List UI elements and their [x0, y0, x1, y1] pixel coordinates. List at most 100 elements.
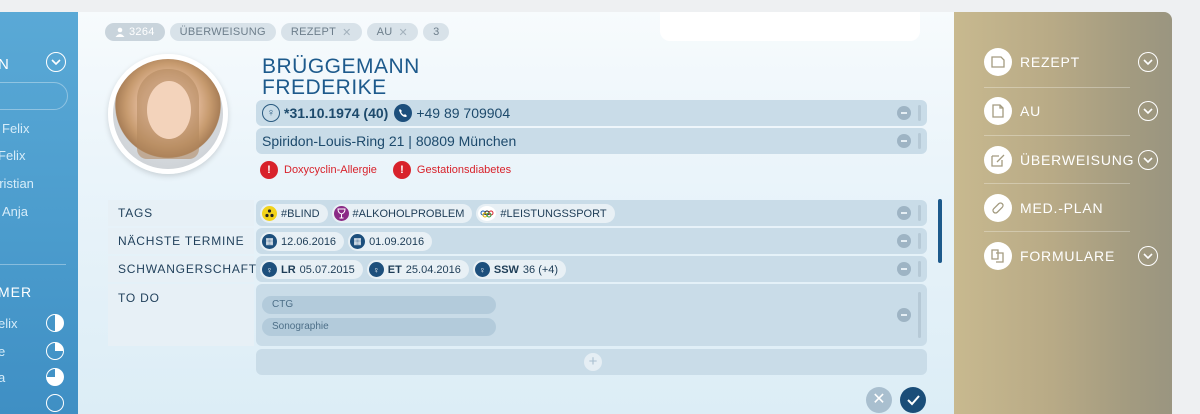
chevron-down-icon[interactable] [1138, 52, 1158, 72]
sidebar-divider [0, 264, 66, 265]
menu-item-label: MED.-PLAN [1020, 200, 1104, 216]
pregnancy-value: 25.04.2016 [405, 263, 461, 276]
drag-handle[interactable] [918, 292, 921, 338]
tag-alcohol[interactable]: #ALKOHOLPROBLEM [331, 204, 473, 223]
alert-label: Gestationsdiabetes [416, 164, 512, 176]
menu-item-label: ÜBERWEISUNG [1020, 152, 1135, 168]
todo-item[interactable]: CTG [262, 296, 496, 314]
tags-label: TAGS [108, 200, 254, 226]
remove-icon[interactable] [897, 308, 911, 322]
drag-handle[interactable] [918, 105, 921, 121]
cancel-button[interactable]: ✕ [866, 387, 892, 413]
appointment-chip[interactable]: ▦ 12.06.2016 [260, 232, 345, 251]
calendar-icon: ▦ [262, 234, 277, 249]
pregnancy-field: ♀ LR 05.07.2015 ♀ ET 25.04.2016 ♀ SSW 36… [256, 256, 927, 282]
confirm-button[interactable] [900, 387, 926, 413]
pregnancy-key: SSW [493, 263, 519, 276]
sidebar-patient-item[interactable]: Felix [2, 121, 29, 136]
chip-au[interactable]: AU ✕ [366, 23, 419, 41]
chip-label: AU [376, 26, 393, 38]
chip-label: ÜBERWEISUNG [179, 26, 266, 38]
remove-icon[interactable] [897, 206, 911, 220]
menu-item-ueberweisung[interactable]: ÜBERWEISUNG [984, 136, 1158, 184]
pregnant-icon: ♀ [474, 262, 490, 277]
header-chips: 3264 ÜBERWEISUNG REZEPT ✕ AU ✕ 3 [105, 23, 450, 41]
chip-label: REZEPT [290, 26, 337, 38]
tag-sport[interactable]: #LEISTUNGSSPORT [476, 204, 615, 223]
patient-last-name: BRÜGGEMANN [262, 55, 420, 78]
drag-handle[interactable] [918, 133, 921, 149]
progress-pie-icon [46, 394, 64, 412]
pregnancy-chip-lr[interactable]: ♀ LR 05.07.2015 [260, 260, 363, 279]
chip-count[interactable]: 3 [423, 23, 450, 41]
tag-blind[interactable]: #BLIND [260, 204, 328, 223]
close-icon[interactable]: ✕ [342, 26, 352, 39]
remove-icon[interactable] [897, 106, 911, 120]
remove-icon[interactable] [897, 234, 911, 248]
warning-icon: ! [260, 161, 278, 179]
drag-handle[interactable] [918, 233, 921, 249]
chevron-down-icon[interactable] [1138, 101, 1158, 121]
appointment-chip[interactable]: ▦ 01.09.2016 [348, 232, 433, 251]
remove-icon[interactable] [897, 134, 911, 148]
patient-avatar [108, 54, 228, 174]
remove-icon[interactable] [897, 262, 911, 276]
menu-item-label: FORMULARE [1020, 248, 1116, 264]
pregnancy-chip-et[interactable]: ♀ ET 25.04.2016 [366, 260, 469, 279]
chevron-down-icon[interactable] [1138, 150, 1158, 170]
pregnancy-value: 36 (+4) [522, 263, 559, 276]
sidebar-heading: N [0, 56, 10, 73]
menu-item-formulare[interactable]: FORMULARE [984, 232, 1158, 280]
drag-handle[interactable] [918, 261, 921, 277]
menu-item-rezept[interactable]: REZEPT [984, 38, 1158, 86]
prescription-icon [984, 48, 1012, 76]
patient-count-chip[interactable]: 3264 [105, 23, 165, 41]
tags-field: #BLIND #ALKOHOLPROBLEM #LEISTUNGSSPORT [256, 200, 927, 226]
patient-alerts: ! Doxycyclin-Allergie ! Gestationsdiabet… [260, 161, 511, 179]
todo-field: CTG Sonographie [256, 284, 927, 346]
menu-item-au[interactable]: AU [984, 87, 1158, 135]
calendar-icon: ▦ [350, 234, 366, 249]
patient-panel: 3264 ÜBERWEISUNG REZEPT ✕ AU ✕ 3 BRÜGGEMAN… [78, 12, 954, 414]
sidebar-room-item[interactable]: a [0, 370, 5, 385]
patient-phone: +49 89 709904 [416, 105, 511, 121]
alert-label: Doxycyclin-Allergie [284, 164, 377, 176]
patient-address: Spiridon-Louis-Ring 21 | 80809 München [262, 133, 517, 149]
chip-rezept[interactable]: REZEPT ✕ [280, 23, 362, 41]
sidebar-patient-item[interactable]: Anja [2, 204, 28, 219]
chevron-down-icon[interactable] [1138, 246, 1158, 266]
scrollbar-thumb[interactable] [938, 199, 942, 263]
patient-count: 3264 [129, 26, 155, 38]
patient-name: BRÜGGEMANN FREDERIKE [262, 56, 420, 98]
tag-label: #BLIND [281, 207, 320, 220]
add-field-bar[interactable]: + [256, 349, 927, 375]
alert-allergy[interactable]: ! Doxycyclin-Allergie [260, 161, 377, 179]
pregnancy-key: LR [281, 263, 296, 276]
wine-glass-icon [333, 206, 349, 221]
sidebar-search-input[interactable] [0, 82, 68, 110]
alert-diabetes[interactable]: ! Gestationsdiabetes [392, 161, 512, 179]
pregnant-icon: ♀ [262, 262, 277, 277]
drag-handle[interactable] [918, 205, 921, 221]
sidebar-patient-item[interactable]: hristian [0, 176, 34, 191]
pregnancy-chip-ssw[interactable]: ♀ SSW 36 (+4) [472, 260, 567, 279]
progress-pie-icon [46, 342, 64, 360]
add-icon[interactable]: + [584, 353, 602, 371]
appointment-date: 01.09.2016 [369, 235, 425, 248]
checkmark-icon [907, 395, 920, 406]
forms-icon [984, 242, 1012, 270]
sidebar-chevron-icon[interactable] [46, 52, 66, 72]
pregnancy-value: 05.07.2015 [299, 263, 355, 276]
todo-item[interactable]: Sonographie [262, 318, 496, 336]
left-sidebar: N Felix Felix hristian Anja MER elix e a [0, 12, 78, 414]
olympic-rings-icon [478, 206, 497, 221]
progress-pie-icon [46, 314, 64, 332]
chip-ueberweisung[interactable]: ÜBERWEISUNG [169, 23, 276, 41]
patient-contact-row: ♀ *31.10.1974 (40) +49 89 709904 [256, 100, 927, 126]
sidebar-room-item[interactable]: elix [0, 316, 18, 331]
menu-item-med-plan[interactable]: MED.-PLAN [984, 184, 1158, 232]
close-icon[interactable]: ✕ [399, 26, 409, 39]
sidebar-room-item[interactable]: e [0, 344, 5, 359]
pill-icon [984, 194, 1012, 222]
sidebar-patient-item[interactable]: Felix [0, 148, 25, 163]
